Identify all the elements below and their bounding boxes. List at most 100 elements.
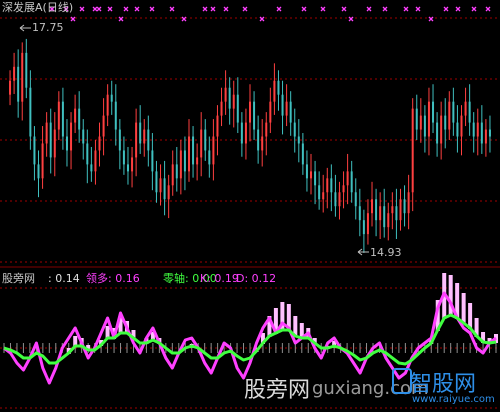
marker-cross	[471, 6, 477, 12]
candle-body	[436, 122, 439, 144]
candle-body	[41, 143, 44, 179]
brand-logo-icon	[392, 368, 412, 394]
marker-cross	[149, 6, 155, 12]
candle-body	[208, 150, 211, 165]
candle-body	[204, 129, 207, 151]
series-line-1	[3, 313, 497, 366]
marker-cross	[92, 6, 98, 12]
marker-cross	[123, 6, 129, 12]
candle-body	[415, 108, 418, 130]
candle-body	[106, 94, 109, 116]
candle-body	[334, 192, 337, 207]
candle-body	[391, 206, 394, 214]
candle-body	[70, 122, 73, 151]
candle-body	[192, 136, 195, 165]
candle-body	[167, 185, 170, 200]
candle-body	[383, 206, 386, 228]
watermark-cn: 股旁网	[244, 378, 311, 403]
candle-body	[432, 101, 435, 123]
candle-body	[175, 164, 178, 179]
marker-cross	[301, 6, 307, 12]
candle-body	[297, 136, 300, 144]
candle-body	[179, 150, 182, 179]
marker-cross	[443, 6, 449, 12]
candle-body	[346, 171, 349, 186]
chart-title: 深发展A(日线)	[2, 1, 74, 14]
candle-body	[273, 80, 276, 102]
candle-body	[21, 52, 24, 102]
candle-body	[25, 52, 28, 88]
high-price-label: 17.75	[32, 21, 64, 34]
candle-body	[472, 122, 475, 137]
marker-cross	[455, 6, 461, 12]
candle-body	[342, 185, 345, 193]
indicator-name: 股旁网	[2, 272, 35, 285]
candle-body	[212, 136, 215, 165]
candle-body	[196, 157, 199, 165]
candle-body	[82, 129, 85, 144]
candle-body	[159, 178, 162, 193]
candle-body	[301, 143, 304, 165]
marker-cross	[320, 6, 326, 12]
candle-body	[488, 129, 491, 137]
candle-body	[220, 101, 223, 116]
candle-body	[122, 150, 125, 165]
lead-legend: 领多: 0.16	[86, 272, 140, 285]
candle-body	[484, 129, 487, 144]
k-legend: K: 0.19	[200, 272, 239, 285]
candle-body	[261, 136, 264, 151]
marker-cross	[210, 6, 216, 12]
candle-body	[289, 101, 292, 123]
candle-body	[403, 199, 406, 214]
candle-body	[366, 213, 369, 235]
candle-body	[200, 129, 203, 158]
marker-cross	[70, 16, 76, 22]
top-markers	[49, 6, 491, 22]
marker-cross	[202, 6, 208, 12]
marker-cross	[169, 6, 175, 12]
candle-body	[411, 108, 414, 193]
marker-cross	[96, 6, 102, 12]
candle-body	[427, 101, 430, 137]
candle-body	[163, 178, 166, 200]
candle-body	[171, 164, 174, 186]
candle-body	[151, 150, 154, 172]
candle-body	[94, 150, 97, 172]
candle-body	[224, 87, 227, 102]
candle-body	[65, 136, 68, 151]
marker-cross	[107, 6, 113, 12]
candle-body	[375, 199, 378, 221]
candle-body	[318, 185, 321, 200]
candle-body	[269, 101, 272, 123]
chart-window: { "title": "深发展A(日线)", "price_panel": { …	[0, 0, 500, 412]
marker-cross	[181, 16, 187, 22]
candle-body	[249, 101, 251, 123]
candle-body	[183, 150, 186, 172]
candle-body	[110, 94, 113, 102]
candle-body	[17, 66, 20, 102]
candle-body	[9, 80, 12, 95]
candle-body	[147, 129, 150, 151]
candle-body	[216, 115, 219, 137]
candle-body	[354, 192, 357, 207]
chart-canvas	[0, 6, 500, 409]
candle-body	[253, 101, 256, 130]
candle-body	[423, 115, 426, 137]
candle-body	[399, 199, 402, 221]
candle-body	[90, 164, 93, 172]
candle-body	[143, 129, 146, 144]
candle-body	[456, 122, 459, 137]
candle-body	[452, 101, 455, 123]
candle-body	[330, 178, 333, 193]
candle-body	[293, 122, 296, 137]
candle-body	[98, 136, 101, 151]
candle-body	[476, 122, 479, 137]
candle-body	[49, 122, 52, 158]
candle-body	[228, 87, 231, 109]
candle-body	[61, 101, 64, 137]
candle-body	[362, 220, 365, 235]
marker-cross	[276, 6, 282, 12]
candle-body	[444, 115, 447, 130]
candle-body	[285, 101, 288, 116]
candle-body	[232, 94, 235, 109]
